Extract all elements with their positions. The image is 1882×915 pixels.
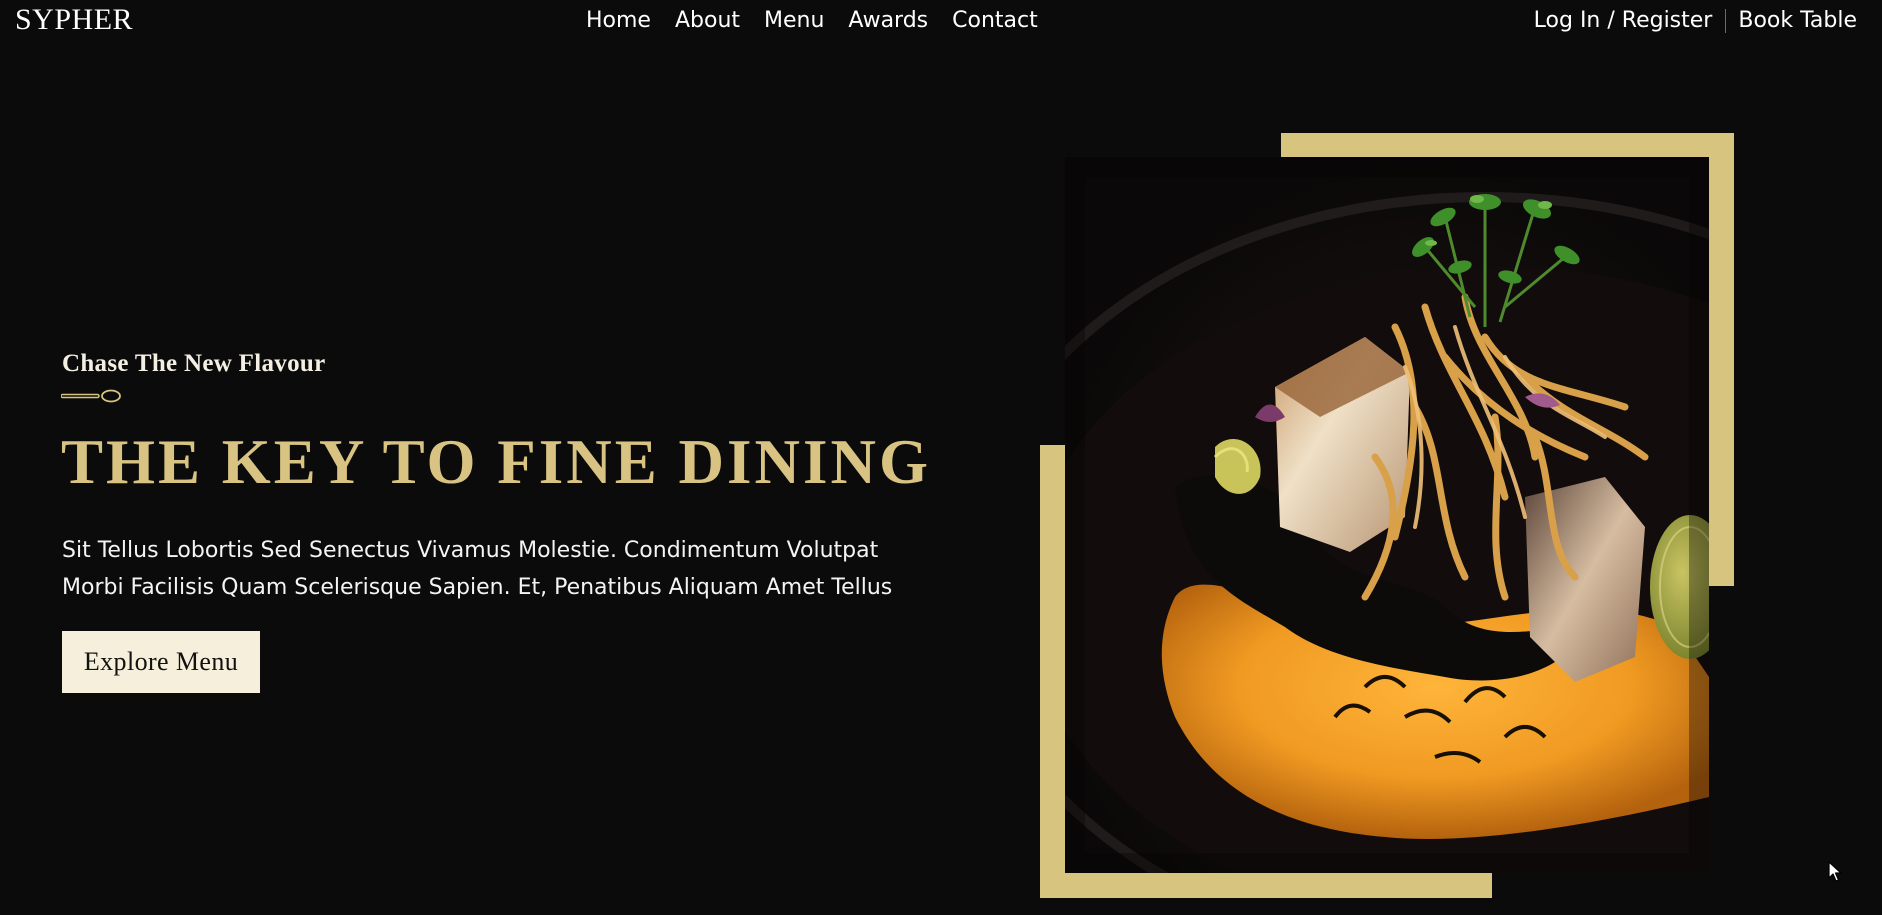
- dish-photo: [1065, 157, 1709, 873]
- nav-awards[interactable]: Awards: [848, 6, 928, 36]
- nav-home[interactable]: Home: [586, 6, 651, 36]
- nav-menu[interactable]: Menu: [764, 6, 824, 36]
- explore-menu-button[interactable]: Explore Menu: [62, 631, 260, 693]
- hero-headline: THE KEY TO FINE DINING: [61, 427, 932, 497]
- header-divider: [1725, 9, 1727, 33]
- book-table-link[interactable]: Book Table: [1738, 6, 1857, 36]
- spoon-icon: [61, 389, 121, 403]
- brand-logo[interactable]: SYPHER: [15, 2, 133, 38]
- header-actions: Log In / Register Book Table: [1534, 6, 1857, 36]
- hero-tagline: Chase The New Flavour: [62, 350, 326, 377]
- nav-contact[interactable]: Contact: [952, 6, 1038, 36]
- login-register-link[interactable]: Log In / Register: [1534, 6, 1713, 36]
- main-nav: Home About Menu Awards Contact: [586, 6, 1038, 36]
- cursor-icon: [1828, 861, 1842, 882]
- nav-about[interactable]: About: [675, 6, 740, 36]
- hero-description: Sit Tellus Lobortis Sed Senectus Vivamus…: [62, 538, 893, 600]
